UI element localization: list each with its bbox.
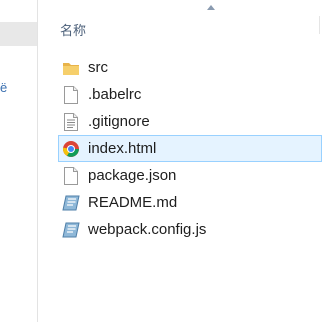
file-row-babelrc[interactable]: .babelrc — [38, 81, 322, 108]
file-name: .babelrc — [88, 86, 142, 103]
script-file-icon — [62, 221, 80, 239]
file-row-src[interactable]: src — [38, 54, 322, 81]
navigation-pane[interactable]: ё — [0, 0, 37, 322]
file-list: src .babelrc .gitignore index.html packa… — [38, 54, 322, 243]
file-name: index.html — [88, 140, 157, 157]
file-name: package.json — [88, 167, 177, 184]
file-row-index-html[interactable]: index.html — [58, 135, 322, 162]
file-name: .gitignore — [88, 113, 150, 130]
file-name: src — [88, 59, 108, 76]
column-divider[interactable] — [319, 16, 320, 34]
file-icon — [62, 166, 80, 185]
chrome-html-icon — [62, 140, 80, 158]
name-column-header[interactable]: 名称 — [60, 20, 86, 39]
nav-selected-item[interactable] — [0, 22, 37, 46]
column-header[interactable]: 名称 — [38, 0, 322, 38]
markdown-file-icon — [62, 194, 80, 212]
text-file-icon — [62, 112, 80, 131]
file-row-readme[interactable]: README.md — [38, 189, 322, 216]
sort-ascending-icon — [207, 5, 215, 10]
nav-item-partial-label[interactable]: ё — [0, 80, 7, 95]
file-list-pane: 名称 src .babelrc .gitignore index.html pa… — [38, 0, 322, 322]
file-name: webpack.config.js — [88, 221, 207, 238]
file-icon — [62, 85, 80, 104]
file-row-package-json[interactable]: package.json — [38, 162, 322, 189]
file-row-webpack-config[interactable]: webpack.config.js — [38, 216, 322, 243]
folder-icon — [62, 59, 80, 77]
file-row-gitignore[interactable]: .gitignore — [38, 108, 322, 135]
file-name: README.md — [88, 194, 178, 211]
